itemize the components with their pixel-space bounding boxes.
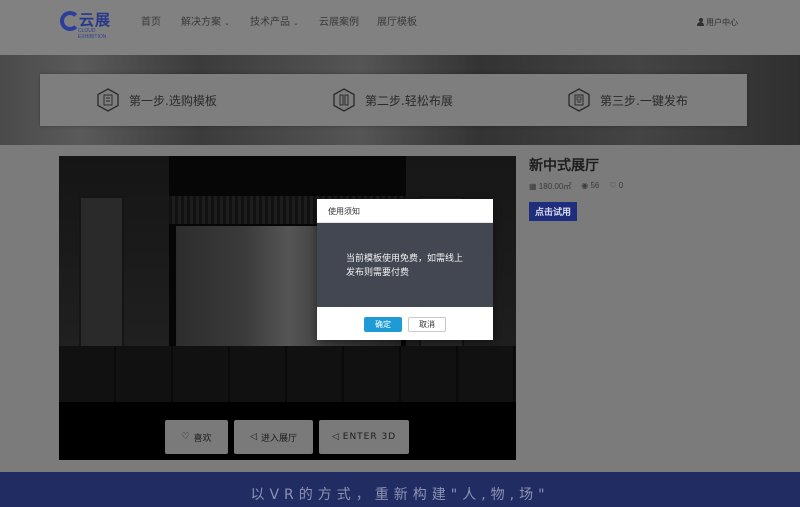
top-nav: 云展 CLOUD EXHIBITION 首页 解决方案 ⌄ 技术产品 ⌄ 云展案例 … — [0, 0, 800, 55]
enter-hall-button[interactable]: ◁ 进入展厅 — [234, 420, 313, 454]
nav-item-cases[interactable]: 云展案例 — [319, 13, 359, 28]
enter-3d-button[interactable]: ◁ ENTER 3D — [319, 420, 409, 454]
template-stats: ▦ 180.00㎡ ◉ 56 ♡ 0 — [529, 181, 623, 192]
step-3: 第三步.一键发布 — [568, 74, 688, 126]
try-button[interactable]: 点击试用 — [529, 202, 577, 221]
step-1: 第一步.选购模板 — [97, 74, 217, 126]
nav-item-solutions[interactable]: 解决方案 ⌄ — [181, 13, 230, 28]
eye-icon: ◉ — [581, 181, 589, 190]
logo[interactable]: 云展 CLOUD EXHIBITION — [60, 9, 122, 40]
logo-icon — [60, 11, 80, 31]
nav-item-home[interactable]: 首页 — [141, 13, 161, 28]
nav-item-templates[interactable]: 展厅模板 — [377, 13, 417, 28]
heart-icon: ♡ — [181, 432, 190, 442]
send-icon: ◁ — [250, 432, 257, 442]
layout-icon — [333, 88, 355, 112]
logo-text: 云展 — [79, 11, 112, 29]
dialog-header: 使用须知 — [317, 199, 493, 223]
footer-slogan: 以VR的方式，重新构建"人,物,场" — [250, 487, 550, 503]
dialog-title: 使用须知 — [328, 207, 360, 216]
usage-notice-dialog: 使用须知 当前模板使用免费，如需线上发布则需要付费 确定 取消 — [317, 199, 493, 340]
step-2: 第二步.轻松布展 — [333, 74, 453, 126]
template-title: 新中式展厅 — [529, 158, 599, 174]
views-stat: ◉ 56 — [581, 181, 600, 190]
dialog-message: 当前模板使用免费，如需线上发布则需要付费 — [346, 254, 464, 278]
confirm-button[interactable]: 确定 — [364, 317, 402, 332]
template-icon — [97, 88, 119, 112]
logo-subtext: CLOUD EXHIBITION — [78, 28, 107, 40]
chevron-down-icon: ⌄ — [224, 19, 230, 27]
painting-scroll — [79, 196, 124, 356]
area-icon: ▦ — [529, 182, 537, 191]
user-icon — [697, 18, 704, 26]
floor — [59, 346, 516, 402]
likes-stat: ♡ 0 — [609, 181, 624, 190]
heart-icon: ♡ — [609, 181, 617, 190]
steps-bar: 第一步.选购模板 第二步.轻松布展 第三步.一键发布 — [40, 74, 747, 126]
nav-item-products[interactable]: 技术产品 ⌄ — [250, 13, 299, 28]
cancel-button[interactable]: 取消 — [408, 317, 446, 332]
like-button[interactable]: ♡ 喜欢 — [165, 420, 228, 454]
send-icon: ◁ — [331, 432, 339, 442]
dialog-body: 当前模板使用免费，如需线上发布则需要付费 — [317, 223, 493, 307]
chevron-down-icon: ⌄ — [293, 19, 299, 27]
publish-icon — [568, 88, 590, 112]
user-center-link[interactable]: 用户中心 — [697, 17, 738, 28]
area-stat: ▦ 180.00㎡ — [529, 182, 572, 191]
